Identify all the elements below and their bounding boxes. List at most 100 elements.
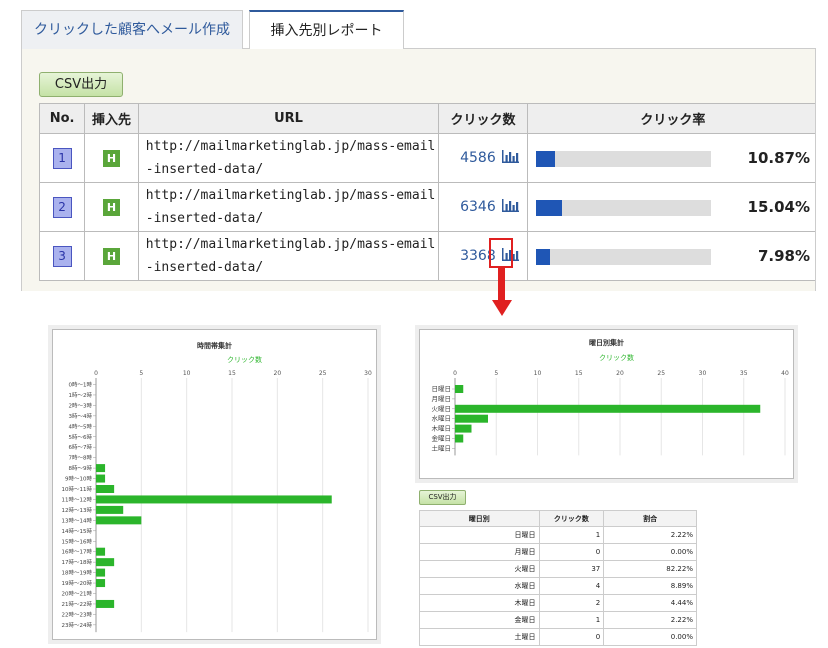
weekday-x-tick-label: 5 (494, 370, 498, 377)
weekday-table: 曜日別 クリック数 割合 日曜日 1 2.22% 月曜日 0 0.00% 火曜日 37 82.2… (419, 510, 697, 646)
hourly-category-label: 12時～13時 (62, 506, 93, 514)
bar-chart-icon[interactable] (501, 150, 519, 163)
hourly-category-label: 16時～17時 (62, 548, 93, 556)
weekday-table-row: 土曜日 0 0.00% (419, 628, 697, 646)
report-table: No. 挿入先 URL クリック数 クリック率 1 Hhttp://mailmar… (38, 103, 815, 281)
click-count[interactable]: 6346 (460, 199, 496, 215)
insert-type-cell: H (84, 133, 139, 183)
weekday-table-cell: 8.89% (603, 577, 697, 595)
hourly-bar (96, 547, 106, 556)
weekday-chart: 曜日別集計 クリック数 0 5 10 15 20 25 30 35 40 日曜日 月曜日 火曜日 水曜日… (419, 329, 794, 479)
weekday-category-label: 日曜日 (432, 385, 452, 393)
hourly-category-label: 22時～23時 (62, 610, 93, 618)
weekday-bar (455, 404, 761, 413)
csv-export-button[interactable]: CSV出力 (39, 72, 123, 97)
report-screen: クリックした顧客へメール作成 挿入先別レポート CSV出力 No. 挿入先 UR… (0, 0, 828, 648)
hourly-category-label: 19時～20時 (62, 579, 93, 587)
weekday-category-label: 月曜日 (432, 395, 452, 403)
weekday-bar (455, 434, 464, 443)
weekday-table-cell: 82.22% (603, 560, 697, 578)
weekday-x-tick-label: 20 (616, 370, 624, 377)
hourly-x-tick-label: 20 (274, 370, 282, 377)
hourly-category-label: 7時～8時 (69, 454, 93, 462)
row-number[interactable]: 1 (52, 147, 72, 169)
rate-bar-fill (535, 200, 563, 216)
hourly-x-tick-label: 5 (139, 370, 143, 377)
hourly-x-tick-label: 30 (364, 370, 372, 377)
weekday-header-day: 曜日別 (419, 510, 540, 527)
hourly-x-tick-label: 0 (94, 370, 98, 377)
hourly-category-label: 23時～24時 (62, 621, 93, 629)
rate-bar (535, 249, 711, 265)
tab-create-mail[interactable]: クリックした顧客へメール作成 (21, 10, 243, 49)
weekday-category-label: 金曜日 (432, 434, 452, 443)
weekday-table-cell: 2 (538, 594, 605, 612)
weekday-table-cell: 0.00% (603, 628, 697, 646)
url-cell: http://mailmarketinglab.jp/mass-email-in… (137, 182, 440, 232)
hourly-category-label: 4時～5時 (69, 422, 93, 430)
weekday-table-cell: 火曜日 (419, 560, 540, 578)
hourly-category-label: 0時～1時 (69, 381, 93, 389)
click-rate-cell: 10.87% (526, 133, 815, 183)
html-badge: H (103, 149, 121, 167)
hourly-category-label: 6時～7時 (69, 443, 93, 451)
hourly-bar (96, 505, 124, 514)
hourly-chart: 時間帯集計 クリック数 0 5 10 15 20 25 30 0時～1時 1時～2時 2時～3時 3… (52, 329, 377, 640)
rate-bar-fill (535, 151, 555, 167)
weekday-table-cell: 1 (538, 611, 605, 629)
weekday-x-tick-label: 0 (453, 370, 457, 377)
hourly-bar (96, 474, 106, 483)
hourly-category-label: 3時～4時 (69, 412, 93, 420)
row-number[interactable]: 3 (52, 245, 72, 267)
rate-bar (535, 200, 711, 216)
weekday-table-cell: 0 (538, 628, 605, 646)
header-insert-type: 挿入先 (84, 103, 139, 134)
weekday-table-cell: 1 (538, 526, 605, 544)
weekday-x-tick-label: 40 (781, 370, 789, 377)
click-count[interactable]: 4586 (460, 150, 496, 166)
hourly-category-label: 17時～18時 (62, 558, 93, 566)
weekday-x-tick-label: 15 (575, 370, 583, 377)
tab-bar: クリックした顧客へメール作成 挿入先別レポート (21, 10, 816, 50)
hourly-x-tick-label: 25 (319, 370, 327, 377)
clicks-cell: 3368 (438, 231, 528, 281)
hourly-category-label: 2時～3時 (69, 401, 93, 409)
hourly-category-label: 9時～10時 (65, 475, 92, 483)
hourly-category-label: 8時～9時 (69, 464, 93, 472)
weekday-table-cell: 37 (538, 560, 605, 578)
weekday-bar (455, 424, 472, 433)
tab-insert-report[interactable]: 挿入先別レポート (249, 10, 404, 50)
hourly-bar (96, 568, 106, 577)
weekday-table-cell: 水曜日 (419, 577, 540, 595)
weekday-x-tick-label: 25 (657, 370, 665, 377)
bar-chart-icon[interactable] (501, 199, 519, 212)
weekday-table-cell: 2.22% (603, 611, 697, 629)
hourly-category-label: 13時～14時 (62, 516, 93, 524)
hourly-bar (96, 464, 106, 473)
weekday-bar (455, 414, 488, 423)
weekday-bar (455, 385, 464, 393)
hourly-category-label: 18時～19時 (62, 569, 93, 577)
clicks-cell: 4586 (438, 133, 528, 183)
hourly-category-label: 21時～22時 (62, 600, 93, 608)
hourly-bar (96, 495, 332, 504)
row-number-cell: 1 (38, 133, 86, 183)
weekday-header-clicks: クリック数 (538, 510, 605, 527)
weekday-header-ratio: 割合 (603, 510, 697, 527)
weekday-csv-button[interactable]: CSV出力 (419, 490, 466, 505)
rate-bar-fill (535, 249, 550, 265)
weekday-table-cell: 木曜日 (419, 594, 540, 612)
weekday-table-cell: 2.22% (603, 526, 697, 544)
weekday-table-row: 日曜日 1 2.22% (419, 526, 697, 544)
table-row: 2 Hhttp://mailmarketinglab.jp/mass-email-… (38, 182, 815, 232)
weekday-x-tick-label: 10 (534, 370, 542, 377)
weekday-table-cell: 日曜日 (419, 526, 540, 544)
row-number[interactable]: 2 (52, 196, 72, 218)
report-panel: CSV出力 No. 挿入先 URL クリック数 クリック率 1 Hhttp://m… (21, 49, 816, 291)
weekday-table-header: 曜日別 クリック数 割合 (419, 510, 697, 527)
weekday-chart-svg: 0 5 10 15 20 25 30 35 40 日曜日月曜日火曜日水曜日木曜日金曜日土曜日 (432, 370, 789, 456)
hourly-category-label: 10時～11時 (62, 485, 93, 493)
weekday-category-label: 水曜日 (432, 414, 452, 423)
weekday-table-row: 水曜日 4 8.89% (419, 577, 697, 595)
weekday-table-cell: 土曜日 (419, 628, 540, 646)
